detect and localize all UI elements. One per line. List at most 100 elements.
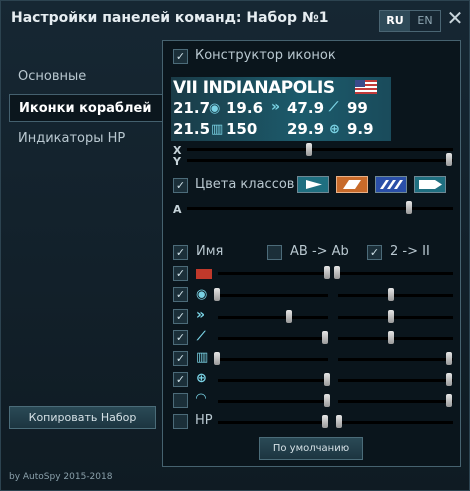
icon-constructor-label: Конструктор иконок [195,48,336,63]
lang-en-button[interactable]: EN [410,11,440,31]
roman-numerals-label: 2 -> II [390,244,430,259]
row-torpedo-handle-a[interactable] [322,331,328,344]
close-icon[interactable]: ✕ [445,7,465,29]
class-tile-cruiser[interactable] [336,176,368,193]
speed-chevrons-icon: » [271,99,281,115]
row-wifi-handle-a[interactable] [324,394,330,407]
row-torpedo-checkbox[interactable] [173,330,188,345]
row-map-handle-a[interactable] [214,352,220,365]
row-eye-slider-b[interactable] [338,294,453,297]
row-torpedo-handle-b[interactable] [388,331,394,344]
preview-value: 47.9 [287,99,325,117]
row-speed-checkbox[interactable] [173,309,188,324]
arrow-icon [306,180,322,189]
alpha-slider-track[interactable] [187,207,453,210]
row-hp-slider-a[interactable] [218,421,328,424]
sidebar-item-ship-icons[interactable]: Иконки кораблей [9,94,167,122]
x-slider-handle[interactable] [306,143,312,156]
row-crosshair-handle-b[interactable] [446,373,452,386]
row-crosshair-handle-a[interactable] [324,373,330,386]
row-map-handle-b[interactable] [446,352,452,365]
speed-chevrons-icon: » [196,307,206,323]
row-map-slider-b[interactable] [338,358,453,361]
preview-value: 99 [347,99,368,117]
row-torpedo-slider-b[interactable] [338,337,453,340]
y-slider-label: Y [173,155,181,168]
lang-ru-button[interactable]: RU [380,11,410,31]
torpedo-icon: ⟋ [197,329,206,343]
row-flag-handle-b[interactable] [334,266,340,279]
icon-preview: VII INDIANAPOLIS 21.7 ◉ 19.6 » 47.9 ⟋ 99… [171,77,391,141]
preview-value: 21.7 [173,99,211,117]
alpha-slider-label: A [173,203,182,216]
name-label: Имя [196,244,224,259]
row-hp-slider-b[interactable] [338,421,453,424]
name-checkbox[interactable] [173,245,188,260]
preview-value: 19.6 [226,99,264,117]
map-icon: ▥ [196,350,209,365]
row-eye-checkbox[interactable] [173,287,188,302]
copy-set-button[interactable]: Копировать Набор [9,406,156,429]
preview-ship-name: VII INDIANAPOLIS [173,78,335,98]
row-hp-handle-a[interactable] [322,415,328,428]
row-wifi-checkbox[interactable] [173,393,188,408]
row-flag-handle-a[interactable] [324,266,330,279]
row-wifi-handle-b[interactable] [446,394,452,407]
row-wifi-slider-a[interactable] [218,400,328,403]
row-eye-slider-a[interactable] [218,294,328,297]
flag-icon [196,269,212,279]
row-flag-slider-a[interactable] [218,272,328,275]
class-tile-carrier[interactable] [414,176,446,193]
row-flag-checkbox[interactable] [173,266,188,281]
sidebar-item-basic[interactable]: Основные [9,63,164,91]
map-icon: ▥ [211,122,224,137]
us-flag-icon [355,80,377,94]
roman-numerals-checkbox[interactable] [367,245,382,260]
carrier-icon [419,180,442,189]
icon-constructor-checkbox[interactable] [173,49,188,64]
preview-value: 21.5 [173,120,211,138]
row-hp-checkbox[interactable] [173,414,188,429]
row-speed-handle-a[interactable] [286,310,292,323]
class-colors-checkbox[interactable] [173,178,188,193]
preview-value: 150 [226,120,258,138]
ab-abbrev-label: AB -> Ab [290,244,349,259]
sidebar-item-hp-indicators[interactable]: Индикаторы HP [9,125,164,153]
row-flag-slider-b[interactable] [338,272,453,275]
cruiser-icon [343,180,361,189]
class-colors-label: Цвета классов [195,177,295,192]
row-speed-handle-b[interactable] [388,310,394,323]
window-title: Настройки панелей команд: Набор №1 [11,10,329,26]
row-crosshair-slider-a[interactable] [218,379,328,382]
row-speed-slider-b[interactable] [338,316,453,319]
row-hp-handle-b[interactable] [336,415,342,428]
crosshair-icon: ⊕ [196,371,207,386]
row-crosshair-slider-b[interactable] [338,379,453,382]
y-slider-handle[interactable] [446,153,452,166]
row-map-slider-a[interactable] [218,358,328,361]
wifi-icon: ◠ [196,391,206,406]
ab-abbrev-checkbox[interactable] [267,245,282,260]
default-button[interactable]: По умолчанию [259,437,363,460]
x-slider-track[interactable] [187,148,453,151]
language-switch: RU EN [379,10,441,32]
y-slider-track[interactable] [187,159,453,162]
torpedo-icon: ⟋ [329,100,339,115]
alpha-slider-handle[interactable] [406,201,412,214]
crosshair-icon: ⊕ [329,122,340,137]
battleship-icon [380,180,403,189]
row-map-checkbox[interactable] [173,351,188,366]
row-eye-handle-a[interactable] [214,288,220,301]
hp-label: HP [195,413,213,428]
preview-value: 9.9 [347,120,374,138]
class-tile-destroyer[interactable] [297,176,329,193]
class-tile-battleship[interactable] [375,176,407,193]
row-crosshair-checkbox[interactable] [173,372,188,387]
row-torpedo-slider-a[interactable] [218,337,328,340]
row-wifi-slider-b[interactable] [338,400,453,403]
footer-credit: by AutoSpy 2015-2018 [9,472,113,482]
eye-icon: ◉ [209,101,221,116]
row-eye-handle-b[interactable] [388,288,394,301]
row-speed-slider-a[interactable] [218,316,328,319]
eye-icon: ◉ [196,287,208,302]
